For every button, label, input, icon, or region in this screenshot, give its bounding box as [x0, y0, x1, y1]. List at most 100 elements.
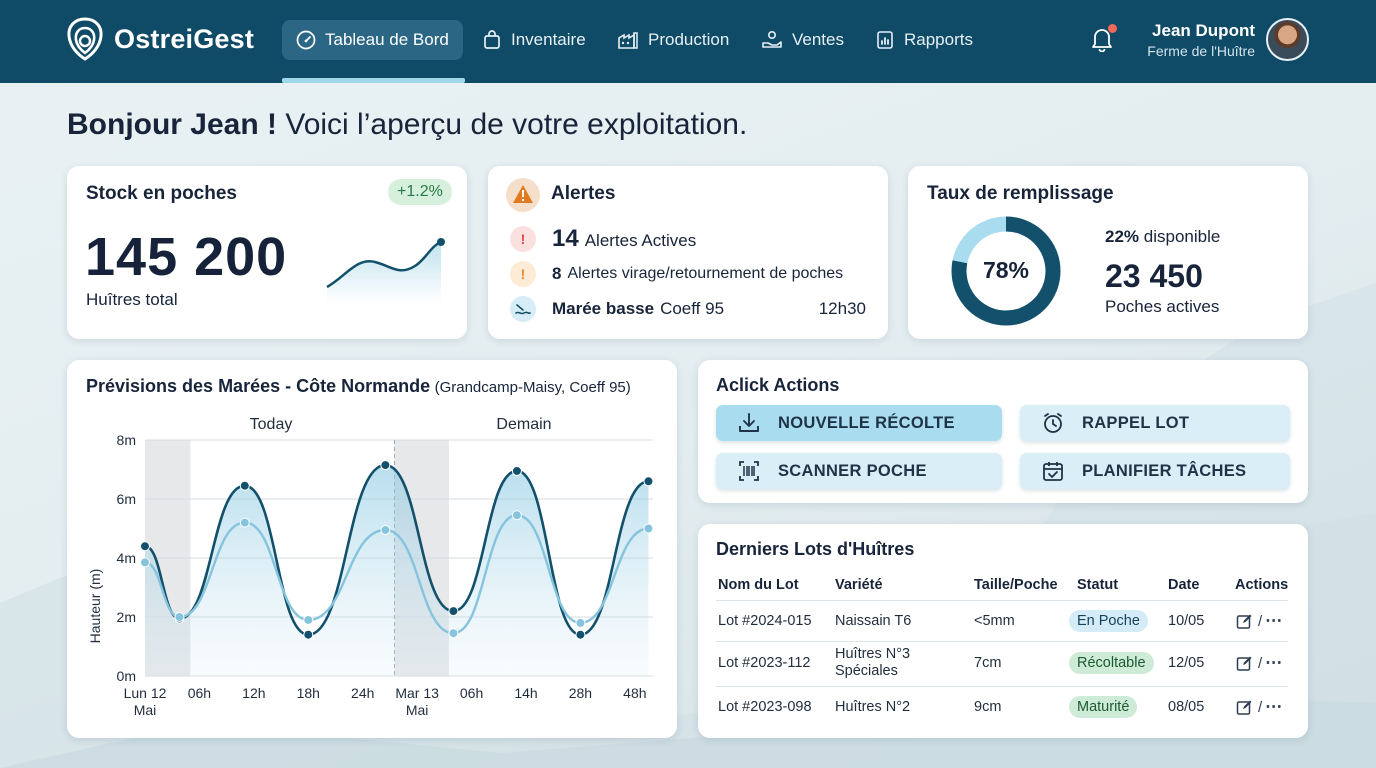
x-tick-label: 18h — [297, 685, 320, 701]
tide-data-point[interactable] — [511, 510, 522, 521]
row-actions: / ⋯ — [1236, 611, 1282, 631]
x-tick-label: 12h — [242, 685, 265, 701]
low-tide-row[interactable]: Marée basse Coeff 95 12h30 — [510, 296, 866, 322]
tide-icon — [510, 296, 536, 322]
stock-card: Stock en poches +1.2% 145 200 Huîtres to… — [67, 166, 467, 339]
x-tick-label: 06h — [460, 685, 483, 701]
cell-date: 12/05 — [1168, 655, 1205, 671]
chart-y-axis-label: Hauteur (m) — [87, 569, 103, 644]
table-divider — [716, 686, 1288, 687]
greeting-bold: Bonjour Jean ! — [67, 108, 278, 141]
active-tab-indicator — [282, 78, 465, 83]
tide-data-point[interactable] — [174, 612, 185, 622]
gauge-icon — [296, 30, 316, 50]
edit-icon[interactable] — [1236, 655, 1253, 672]
row-actions: / ⋯ — [1236, 697, 1282, 717]
plan-tasks-label: PLANIFIER TÂCHES — [1082, 461, 1247, 480]
tide-data-point[interactable] — [239, 480, 250, 491]
tide-data-point[interactable] — [643, 523, 654, 534]
quick-actions-card: Aclick Actions NOUVELLE RÉCOLTE RAPPEL L… — [698, 360, 1308, 503]
col-header-status[interactable]: Statut — [1077, 577, 1118, 593]
y-tick-label: 4m — [117, 550, 136, 566]
tide-data-point[interactable] — [380, 460, 391, 471]
fill-rate-card-title: Taux de remplissage — [927, 183, 1114, 204]
notification-bell[interactable] — [1090, 24, 1117, 57]
edit-icon[interactable] — [1236, 699, 1253, 716]
tide-data-point[interactable] — [643, 476, 654, 487]
edit-icon[interactable] — [1236, 613, 1253, 630]
x-tick-label: 28h — [569, 685, 592, 701]
low-tide-coeff: Coeff 95 — [660, 299, 725, 318]
nav-tab-inventaire[interactable]: Inventaire — [482, 20, 586, 60]
cell-size: <5mm — [974, 613, 1015, 629]
tide-forecast-card: Prévisions des Marées - Côte Normande (G… — [67, 360, 677, 738]
tide-data-point[interactable] — [575, 629, 586, 640]
alert-orange-icon: ! — [510, 261, 536, 287]
new-harvest-button[interactable]: NOUVELLE RÉCOLTE — [716, 405, 1002, 441]
x-tick-label: 48h — [623, 685, 646, 701]
scan-bag-button[interactable]: SCANNER POCHE — [716, 453, 1002, 489]
table-divider — [716, 641, 1288, 642]
available-label: disponible — [1143, 227, 1221, 246]
hand-coin-icon — [762, 30, 782, 48]
tide-data-point[interactable] — [140, 541, 150, 552]
more-icon[interactable]: ⋯ — [1265, 653, 1282, 673]
avatar[interactable] — [1266, 18, 1309, 61]
nav-tab-tableau-de-bord[interactable]: Tableau de Bord — [282, 20, 463, 60]
row-actions: / ⋯ — [1236, 653, 1282, 673]
fill-rate-percent: 78% — [983, 257, 1029, 283]
col-header-lot-name[interactable]: Nom du Lot — [718, 577, 799, 593]
tide-data-point[interactable] — [511, 465, 522, 476]
tide-data-point[interactable] — [140, 557, 150, 568]
nav-tab-ventes[interactable]: Ventes — [761, 20, 844, 60]
nav-tab-label: Inventaire — [511, 30, 586, 49]
nav-tab-rapports[interactable]: Rapports — [875, 20, 973, 60]
cell-lot-name: Lot #2023-098 — [718, 699, 812, 715]
col-header-date[interactable]: Date — [1168, 577, 1199, 593]
top-navigation-bar: OstreiGest Tableau de Bord Inventaire Pr… — [0, 0, 1376, 83]
nav-tab-label: Ventes — [792, 30, 844, 49]
alerts-card: Alertes ! 14 Alertes Actives ! 8 Alertes… — [488, 166, 888, 339]
turning-alerts-row[interactable]: ! 8 Alertes virage/retournement de poche… — [510, 261, 843, 287]
chart-day-label-today: Today — [250, 416, 293, 433]
col-header-variety[interactable]: Variété — [835, 577, 883, 593]
tide-data-point[interactable] — [380, 524, 391, 535]
nav-tab-label: Tableau de Bord — [325, 30, 449, 49]
chart-day-label-tomorrow: Demain — [496, 416, 551, 433]
cell-date: 10/05 — [1168, 613, 1205, 629]
greeting-text: Voici l’aperçu de votre exploitation. — [277, 108, 748, 141]
stock-card-title: Stock en poches — [86, 183, 237, 204]
turning-alerts-label: Alertes virage/retournement de poches — [567, 265, 844, 282]
tide-data-point[interactable] — [239, 517, 250, 528]
app-logo[interactable]: OstreiGest — [66, 16, 254, 62]
actions-separator: / — [1258, 612, 1263, 630]
status-badge: En Poche — [1069, 610, 1148, 632]
available-row: 22% disponible — [1105, 227, 1220, 247]
status-badge: Récoltable — [1069, 652, 1154, 674]
col-header-size[interactable]: Taille/Poche — [974, 577, 1058, 593]
tide-data-point[interactable] — [448, 628, 459, 639]
lot-reminder-label: RAPPEL LOT — [1082, 413, 1190, 432]
alerts-card-title: Alertes — [551, 183, 616, 204]
active-bags-label: Poches actives — [1105, 297, 1220, 316]
tide-data-point[interactable] — [575, 617, 586, 628]
alert-red-icon: ! — [510, 226, 536, 252]
x-tick-sublabel: Mai — [134, 702, 157, 718]
tide-data-point[interactable] — [303, 614, 314, 625]
download-tray-icon — [739, 413, 759, 432]
nav-tab-production[interactable]: Production — [617, 20, 729, 60]
low-tide-label: Marée basse — [552, 299, 655, 318]
actions-separator: / — [1258, 654, 1263, 672]
active-alerts-row[interactable]: ! 14 Alertes Actives — [510, 225, 696, 253]
tide-data-point[interactable] — [448, 606, 459, 617]
calendar-check-icon — [1043, 462, 1063, 481]
tide-data-point[interactable] — [303, 629, 314, 640]
cell-variety: Huîtres N°3 Spéciales — [835, 646, 911, 679]
more-icon[interactable]: ⋯ — [1265, 697, 1282, 717]
cell-variety: Huîtres N°2 — [835, 699, 911, 715]
lot-reminder-button[interactable]: RAPPEL LOT — [1020, 405, 1290, 441]
cell-variety: Naissain T6 — [835, 613, 912, 629]
more-icon[interactable]: ⋯ — [1265, 611, 1282, 631]
x-tick-label: Mar 13 — [395, 685, 439, 701]
plan-tasks-button[interactable]: PLANIFIER TÂCHES — [1020, 453, 1290, 489]
